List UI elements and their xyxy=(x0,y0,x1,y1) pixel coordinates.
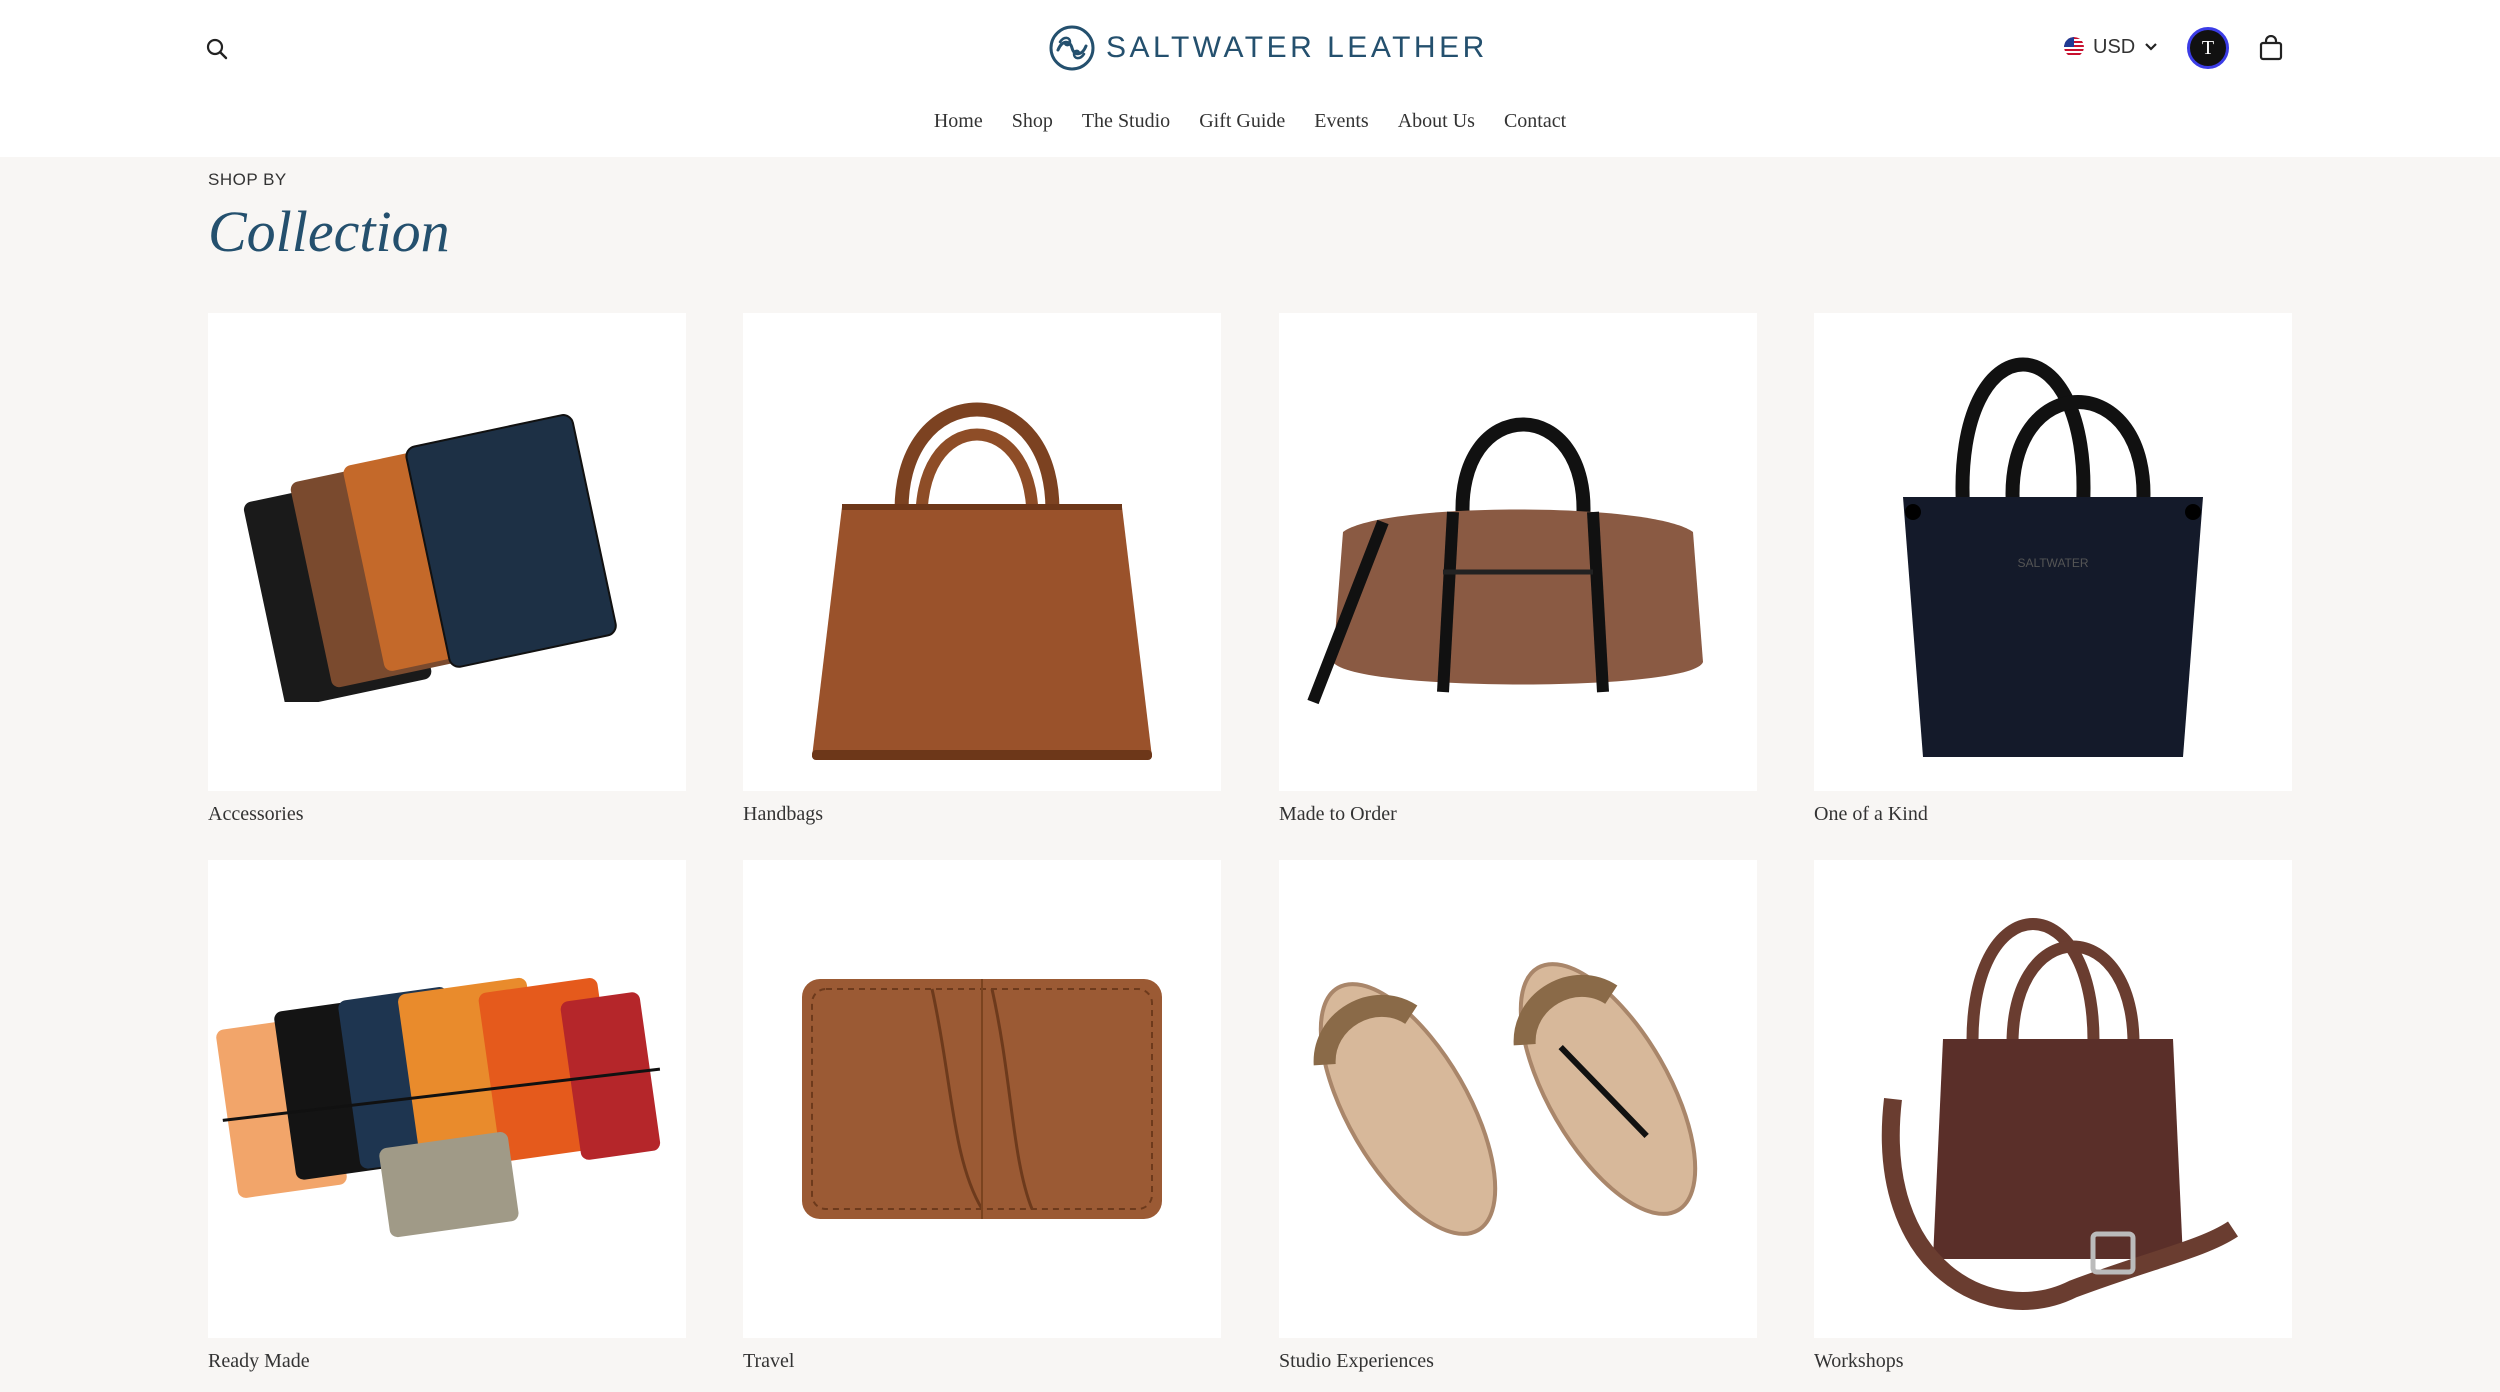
account-avatar[interactable]: T xyxy=(2187,27,2229,69)
search-button[interactable] xyxy=(200,32,234,66)
collection-card-made-to-order[interactable]: Made to Order xyxy=(1279,313,1757,826)
collection-card-accessories[interactable]: Accessories xyxy=(208,313,686,826)
collection-label: One of a Kind xyxy=(1814,803,1928,825)
site-header: SALTWATER LEATHER USD T Home Shop The St… xyxy=(0,0,2500,157)
collection-card-workshops[interactable]: Workshops xyxy=(1814,860,2292,1373)
nav-home[interactable]: Home xyxy=(934,110,983,133)
cart-button[interactable] xyxy=(2254,30,2288,66)
collection-label: Accessories xyxy=(208,803,304,825)
brand-name: SALTWATER LEATHER xyxy=(1106,31,1488,64)
collection-card-travel[interactable]: Travel xyxy=(743,860,1221,1373)
collection-label: Workshops xyxy=(1814,1350,1904,1372)
search-icon xyxy=(206,38,228,60)
crossbody-bag-image xyxy=(1814,860,2292,1338)
nav-the-studio[interactable]: The Studio xyxy=(1082,110,1170,133)
section-eyebrow: SHOP BY xyxy=(208,170,287,189)
collection-card-ready-made[interactable]: Ready Made xyxy=(208,860,686,1373)
nav-shop[interactable]: Shop xyxy=(1012,110,1053,133)
tote-bag-image: SALTWATER xyxy=(1814,313,2292,791)
currency-selector[interactable]: USD xyxy=(2064,30,2158,64)
chevron-down-icon xyxy=(2145,43,2158,51)
passport-wallet-image xyxy=(743,860,1221,1338)
collection-label: Ready Made xyxy=(208,1350,310,1372)
wave-logo-icon xyxy=(1049,25,1095,71)
sandals-image xyxy=(1279,860,1757,1338)
section-title: Collection xyxy=(208,199,450,264)
collection-card-handbags[interactable]: Handbags xyxy=(743,313,1221,826)
collection-label: Made to Order xyxy=(1279,803,1397,825)
collection-card-studio-experiences[interactable]: Studio Experiences xyxy=(1279,860,1757,1373)
card-wallets-image xyxy=(208,313,686,791)
nav-gift-guide[interactable]: Gift Guide xyxy=(1199,110,1285,133)
collection-card-one-of-a-kind[interactable]: SALTWATER One of a Kind xyxy=(1814,313,2292,826)
nav-contact[interactable]: Contact xyxy=(1504,110,1566,133)
main-nav: Home Shop The Studio Gift Guide Events A… xyxy=(0,110,2500,133)
collection-label: Travel xyxy=(743,1350,795,1372)
shopping-bag-icon xyxy=(2259,35,2283,61)
collection-label: Handbags xyxy=(743,803,823,825)
collection-label: Studio Experiences xyxy=(1279,1350,1434,1372)
currency-label: USD xyxy=(2093,35,2136,58)
svg-text:SALTWATER: SALTWATER xyxy=(2017,556,2088,570)
duffel-bag-image xyxy=(1279,313,1757,791)
nav-events[interactable]: Events xyxy=(1314,110,1368,133)
brand-logo[interactable]: SALTWATER LEATHER xyxy=(1048,22,1488,74)
nav-about-us[interactable]: About Us xyxy=(1398,110,1475,133)
notebook-covers-image xyxy=(208,860,686,1338)
handbag-image xyxy=(743,313,1221,791)
us-flag-icon xyxy=(2064,37,2084,57)
